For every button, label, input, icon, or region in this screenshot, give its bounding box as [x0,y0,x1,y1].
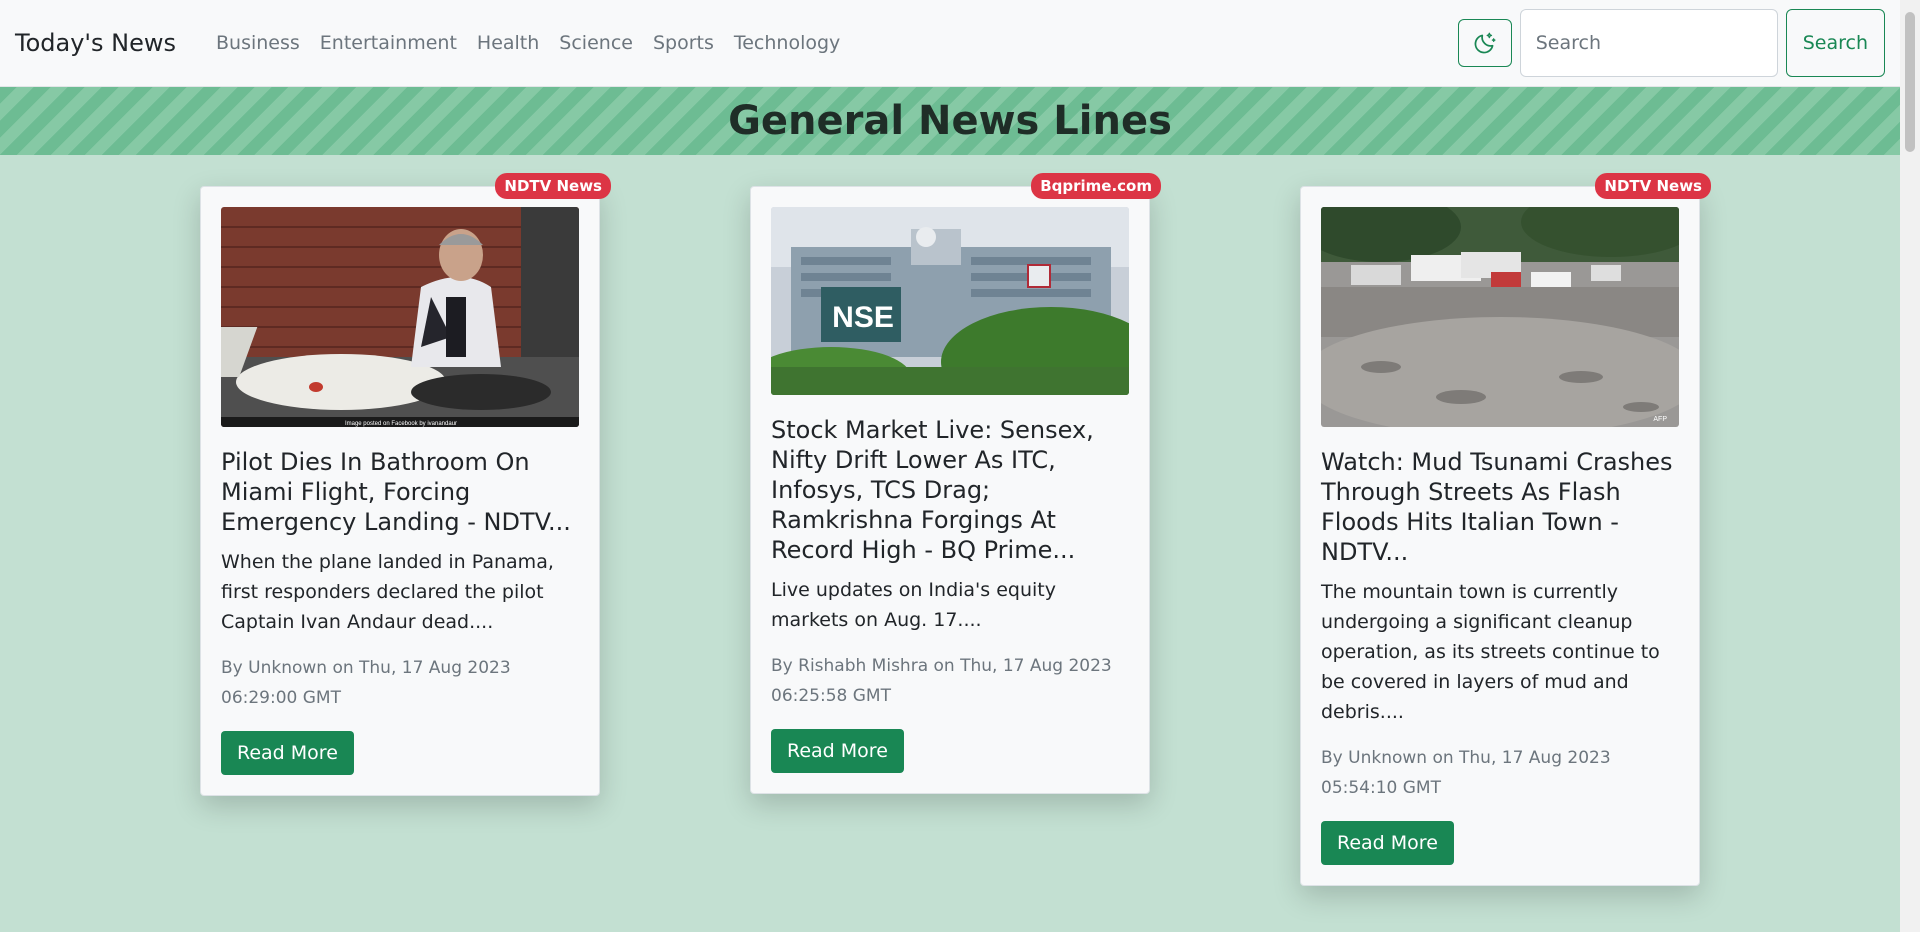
card-meta: By Rishabh Mishra on Thu, 17 Aug 2023 06… [771,656,1112,706]
source-badge: NDTV News [1595,173,1711,199]
card-body: Pilot Dies In Bathroom On Miami Flight, … [201,427,599,775]
news-thumbnail[interactable]: Image posted on Facebook by ivanandaur [221,207,579,427]
card-meta: By Unknown on Thu, 17 Aug 2023 06:29:00 … [221,658,511,708]
card-title: Watch: Mud Tsunami Crashes Through Stree… [1321,448,1673,566]
nav-actions: Search [1457,9,1885,77]
nav-link-science[interactable]: Science [549,32,643,54]
read-more-button[interactable]: Read More [1321,821,1454,865]
source-badge: Bqprime.com [1031,173,1161,199]
card-description: The mountain town is currently undergoin… [1321,581,1660,723]
source-badge: NDTV News [495,173,611,199]
navbar: Today's News Business Entertainment Heal… [0,0,1900,87]
page-title: General News Lines [728,98,1172,144]
card-body: Stock Market Live: Sensex, Nifty Drift L… [751,395,1149,773]
image-caption: Image posted on Facebook by ivanandaur [345,421,457,427]
card-description: Live updates on India's equity markets o… [771,579,1056,631]
news-thumbnail[interactable]: NSE [771,207,1129,395]
read-more-button[interactable]: Read More [221,731,354,775]
search-button[interactable]: Search [1785,9,1885,77]
card-body: Watch: Mud Tsunami Crashes Through Stree… [1301,427,1699,865]
news-card: NDTV News Image posted on Facebook by iv… [200,173,611,796]
card-title: Pilot Dies In Bathroom On Miami Flight, … [221,448,571,536]
card-meta: By Unknown on Thu, 17 Aug 2023 05:54:10 … [1321,748,1611,798]
nav-link-entertainment[interactable]: Entertainment [310,32,467,54]
dark-mode-toggle-button[interactable] [1457,19,1512,67]
nav-link-business[interactable]: Business [206,32,310,54]
brand-title[interactable]: Today's News [15,29,176,57]
news-thumbnail[interactable]: AFP [1321,207,1679,427]
page-scrollbar[interactable] [1900,0,1920,932]
card-title: Stock Market Live: Sensex, Nifty Drift L… [771,416,1094,564]
nav-link-technology[interactable]: Technology [724,32,850,54]
nav-link-health[interactable]: Health [467,32,549,54]
building-sign: NSE [832,301,894,334]
card-description: When the plane landed in Panama, first r… [221,551,554,633]
news-card: Bqprime.com NSE Stock Market Live: Sense… [750,173,1161,794]
search-input[interactable] [1519,9,1778,77]
moon-stars-icon [1474,32,1496,54]
nav-link-sports[interactable]: Sports [643,32,724,54]
news-card: NDTV News AFP Watch: Mud Tsunami Crashes… [1300,173,1711,886]
read-more-button[interactable]: Read More [771,729,904,773]
page-banner: General News Lines [0,87,1900,155]
scrollbar-thumb[interactable] [1905,12,1915,152]
photo-credit: AFP [1653,416,1667,423]
nav-links: Business Entertainment Health Science Sp… [206,32,850,54]
